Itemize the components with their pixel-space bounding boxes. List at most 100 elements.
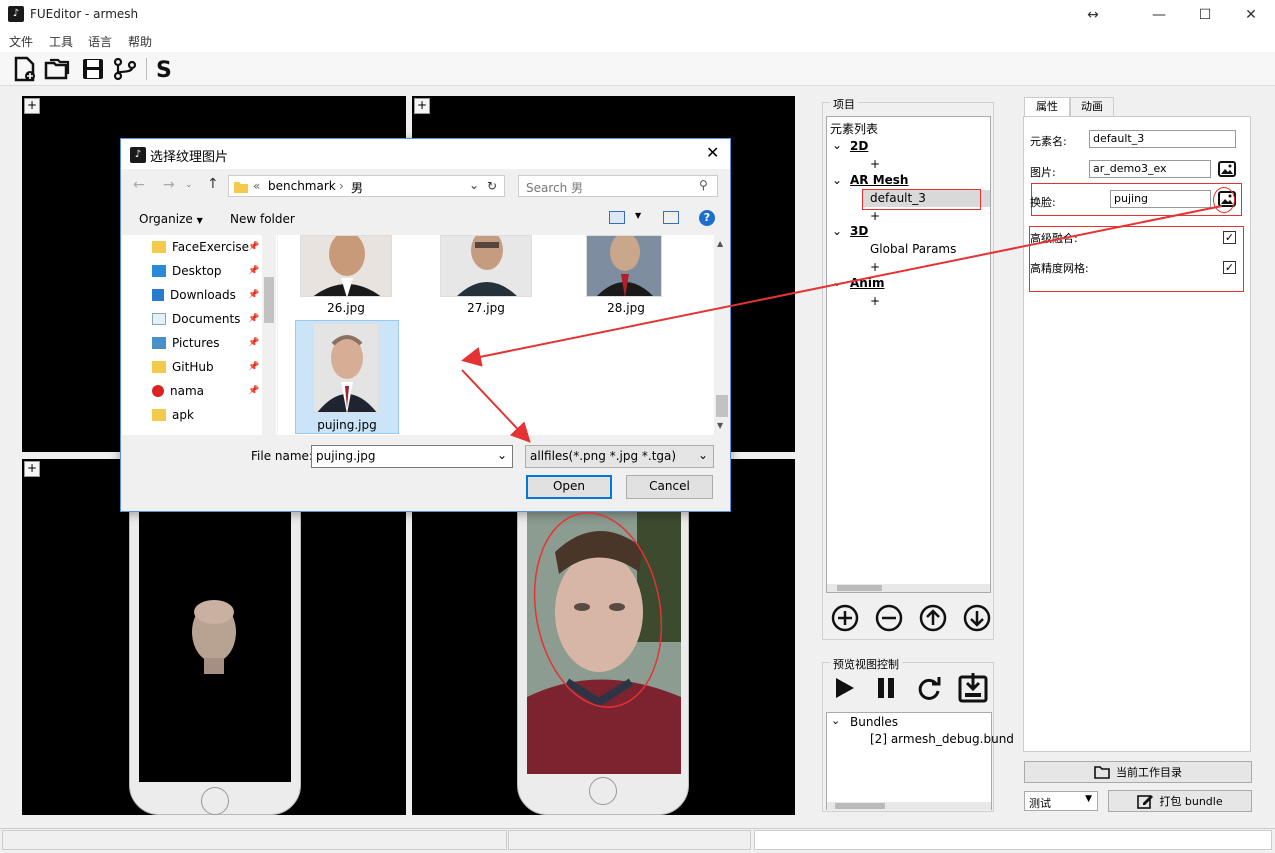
menu-tools[interactable]: 工具: [49, 33, 73, 50]
up-arrow-icon[interactable]: ↑: [207, 176, 219, 192]
address-bar[interactable]: « benchmark › 男 ⌄ ↻: [228, 175, 505, 197]
resize-icon[interactable]: ↔: [1070, 0, 1116, 30]
tree-section-3d[interactable]: 3D: [850, 224, 868, 238]
maximize-button[interactable]: ☐: [1182, 0, 1228, 30]
search-input[interactable]: Search 男 ⚲: [518, 175, 718, 197]
refresh-icon[interactable]: ↻: [487, 179, 497, 193]
nav-scrollbar[interactable]: [262, 235, 276, 435]
minimize-button[interactable]: —: [1136, 0, 1182, 30]
nav-item-apk[interactable]: apk: [152, 404, 194, 426]
tab-animation[interactable]: 动画: [1070, 97, 1114, 117]
file-name-input[interactable]: pujing.jpg ⌄: [311, 445, 513, 468]
image-picker-icon[interactable]: [1218, 160, 1236, 178]
image-input[interactable]: ar_demo3_ex: [1089, 160, 1211, 178]
tree-horizontal-scrollbar[interactable]: [827, 584, 990, 592]
bundles-scrollbar[interactable]: [827, 802, 991, 810]
menu-help[interactable]: 帮助: [128, 33, 152, 50]
file-thumbnail-27[interactable]: [440, 235, 532, 297]
remove-circle-icon[interactable]: [874, 603, 904, 633]
bundles-tree[interactable]: ⌄ Bundles [2] armesh_debug.bund: [826, 712, 1014, 810]
search-icon: ⚲: [699, 178, 708, 192]
workdir-button[interactable]: 当前工作目录: [1024, 761, 1252, 783]
bundles-header[interactable]: Bundles: [850, 715, 898, 729]
element-tree[interactable]: 元素列表 ⌄ 2D + ⌄ AR Mesh default_3 + ⌄ 3D G…: [826, 116, 991, 593]
caret-icon[interactable]: ⌄: [831, 714, 840, 727]
caret-down-icon: ▼: [196, 216, 203, 225]
preview-pane-icon[interactable]: [663, 211, 679, 224]
add-circle-icon[interactable]: [830, 603, 860, 633]
file-thumbnail-26[interactable]: [300, 235, 392, 297]
forward-arrow-icon[interactable]: →: [163, 177, 175, 193]
bundle-item[interactable]: [2] armesh_debug.bund: [870, 732, 1014, 746]
export-icon[interactable]: [958, 673, 988, 703]
path-benchmark[interactable]: benchmark: [268, 179, 336, 193]
nav-item-desktop[interactable]: Desktop: [152, 260, 222, 282]
organize-menu[interactable]: Organize ▼: [139, 212, 203, 226]
tree-add-item[interactable]: +: [870, 294, 880, 308]
open-folder-icon[interactable]: [42, 54, 72, 84]
element-name-input[interactable]: default_3: [1089, 130, 1236, 148]
move-up-circle-icon[interactable]: [918, 603, 948, 633]
help-icon[interactable]: ?: [699, 210, 715, 226]
view-dropdown-icon[interactable]: ▼: [635, 211, 641, 220]
mode-select[interactable]: 测试 ▼: [1024, 791, 1098, 811]
tree-section-anim[interactable]: Anim: [850, 276, 884, 290]
close-button[interactable]: ✕: [1228, 0, 1274, 30]
file-scrollbar[interactable]: ▲ ▼: [714, 235, 730, 435]
nav-item-pictures[interactable]: Pictures: [152, 332, 220, 354]
menu-language[interactable]: 语言: [88, 33, 112, 50]
tree-section-2d[interactable]: 2D: [850, 139, 868, 153]
move-down-circle-icon[interactable]: [962, 603, 992, 633]
viewport-add-button[interactable]: +: [24, 461, 40, 477]
advanced-blend-checkbox[interactable]: ✓: [1223, 231, 1236, 244]
pause-icon[interactable]: [874, 676, 898, 700]
back-arrow-icon[interactable]: ←: [133, 177, 145, 193]
tree-item-global-params[interactable]: Global Params: [870, 242, 956, 256]
chevron-down-icon[interactable]: ⌄: [497, 448, 507, 462]
script-s-icon[interactable]: S: [148, 54, 178, 84]
file-thumbnail-28[interactable]: [586, 235, 662, 297]
pack-bundle-button[interactable]: 打包 bundle: [1108, 790, 1252, 812]
faceswap-input[interactable]: pujing: [1110, 190, 1211, 208]
cancel-button[interactable]: Cancel: [626, 475, 713, 499]
file-name-value: pujing.jpg: [316, 449, 376, 463]
save-icon[interactable]: [78, 54, 108, 84]
nav-item-nama[interactable]: nama: [152, 380, 204, 402]
file-name-pujing[interactable]: pujing.jpg: [295, 418, 399, 432]
nav-item-faceexercise[interactable]: FaceExercise: [152, 236, 249, 258]
path-current[interactable]: 男: [351, 179, 363, 196]
nav-item-downloads[interactable]: Downloads: [152, 284, 236, 306]
file-name-28[interactable]: 28.jpg: [580, 301, 672, 315]
recent-dropdown-icon[interactable]: ⌄: [185, 180, 193, 190]
tab-properties[interactable]: 属性: [1024, 97, 1070, 117]
caret-icon[interactable]: ⌄: [832, 173, 842, 187]
caret-icon[interactable]: ⌄: [832, 275, 842, 289]
tree-add-item[interactable]: +: [870, 209, 880, 223]
open-button[interactable]: Open: [526, 475, 612, 499]
file-thumbnail-pujing[interactable]: [313, 323, 379, 413]
phone-home-button: [589, 777, 617, 805]
tree-add-item[interactable]: +: [870, 260, 880, 274]
refresh-icon[interactable]: [916, 676, 942, 702]
file-name-26[interactable]: 26.jpg: [300, 301, 392, 315]
new-folder-button[interactable]: New folder: [230, 212, 295, 226]
tree-section-ar-mesh[interactable]: AR Mesh: [850, 173, 908, 187]
tree-add-item[interactable]: +: [870, 157, 880, 171]
hires-mesh-checkbox[interactable]: ✓: [1223, 261, 1236, 274]
new-file-icon[interactable]: [10, 54, 40, 84]
file-type-select[interactable]: allfiles(*.png *.jpg *.tga) ⌄: [525, 445, 714, 468]
viewport-add-button[interactable]: +: [414, 98, 430, 114]
nav-item-github[interactable]: GitHub: [152, 356, 214, 378]
file-name-27[interactable]: 27.jpg: [440, 301, 532, 315]
caret-icon[interactable]: ⌄: [832, 138, 842, 152]
chevron-down-icon: ⌄: [697, 448, 708, 462]
caret-icon[interactable]: ⌄: [832, 224, 842, 238]
dialog-close-icon[interactable]: ✕: [706, 143, 719, 162]
viewport-add-button[interactable]: +: [24, 98, 40, 114]
branch-icon[interactable]: [110, 54, 140, 84]
play-icon[interactable]: [832, 676, 856, 700]
view-mode-icon[interactable]: [609, 211, 625, 224]
chevron-down-icon[interactable]: ⌄: [469, 178, 479, 192]
nav-item-documents[interactable]: Documents: [152, 308, 240, 330]
menu-file[interactable]: 文件: [9, 33, 33, 50]
